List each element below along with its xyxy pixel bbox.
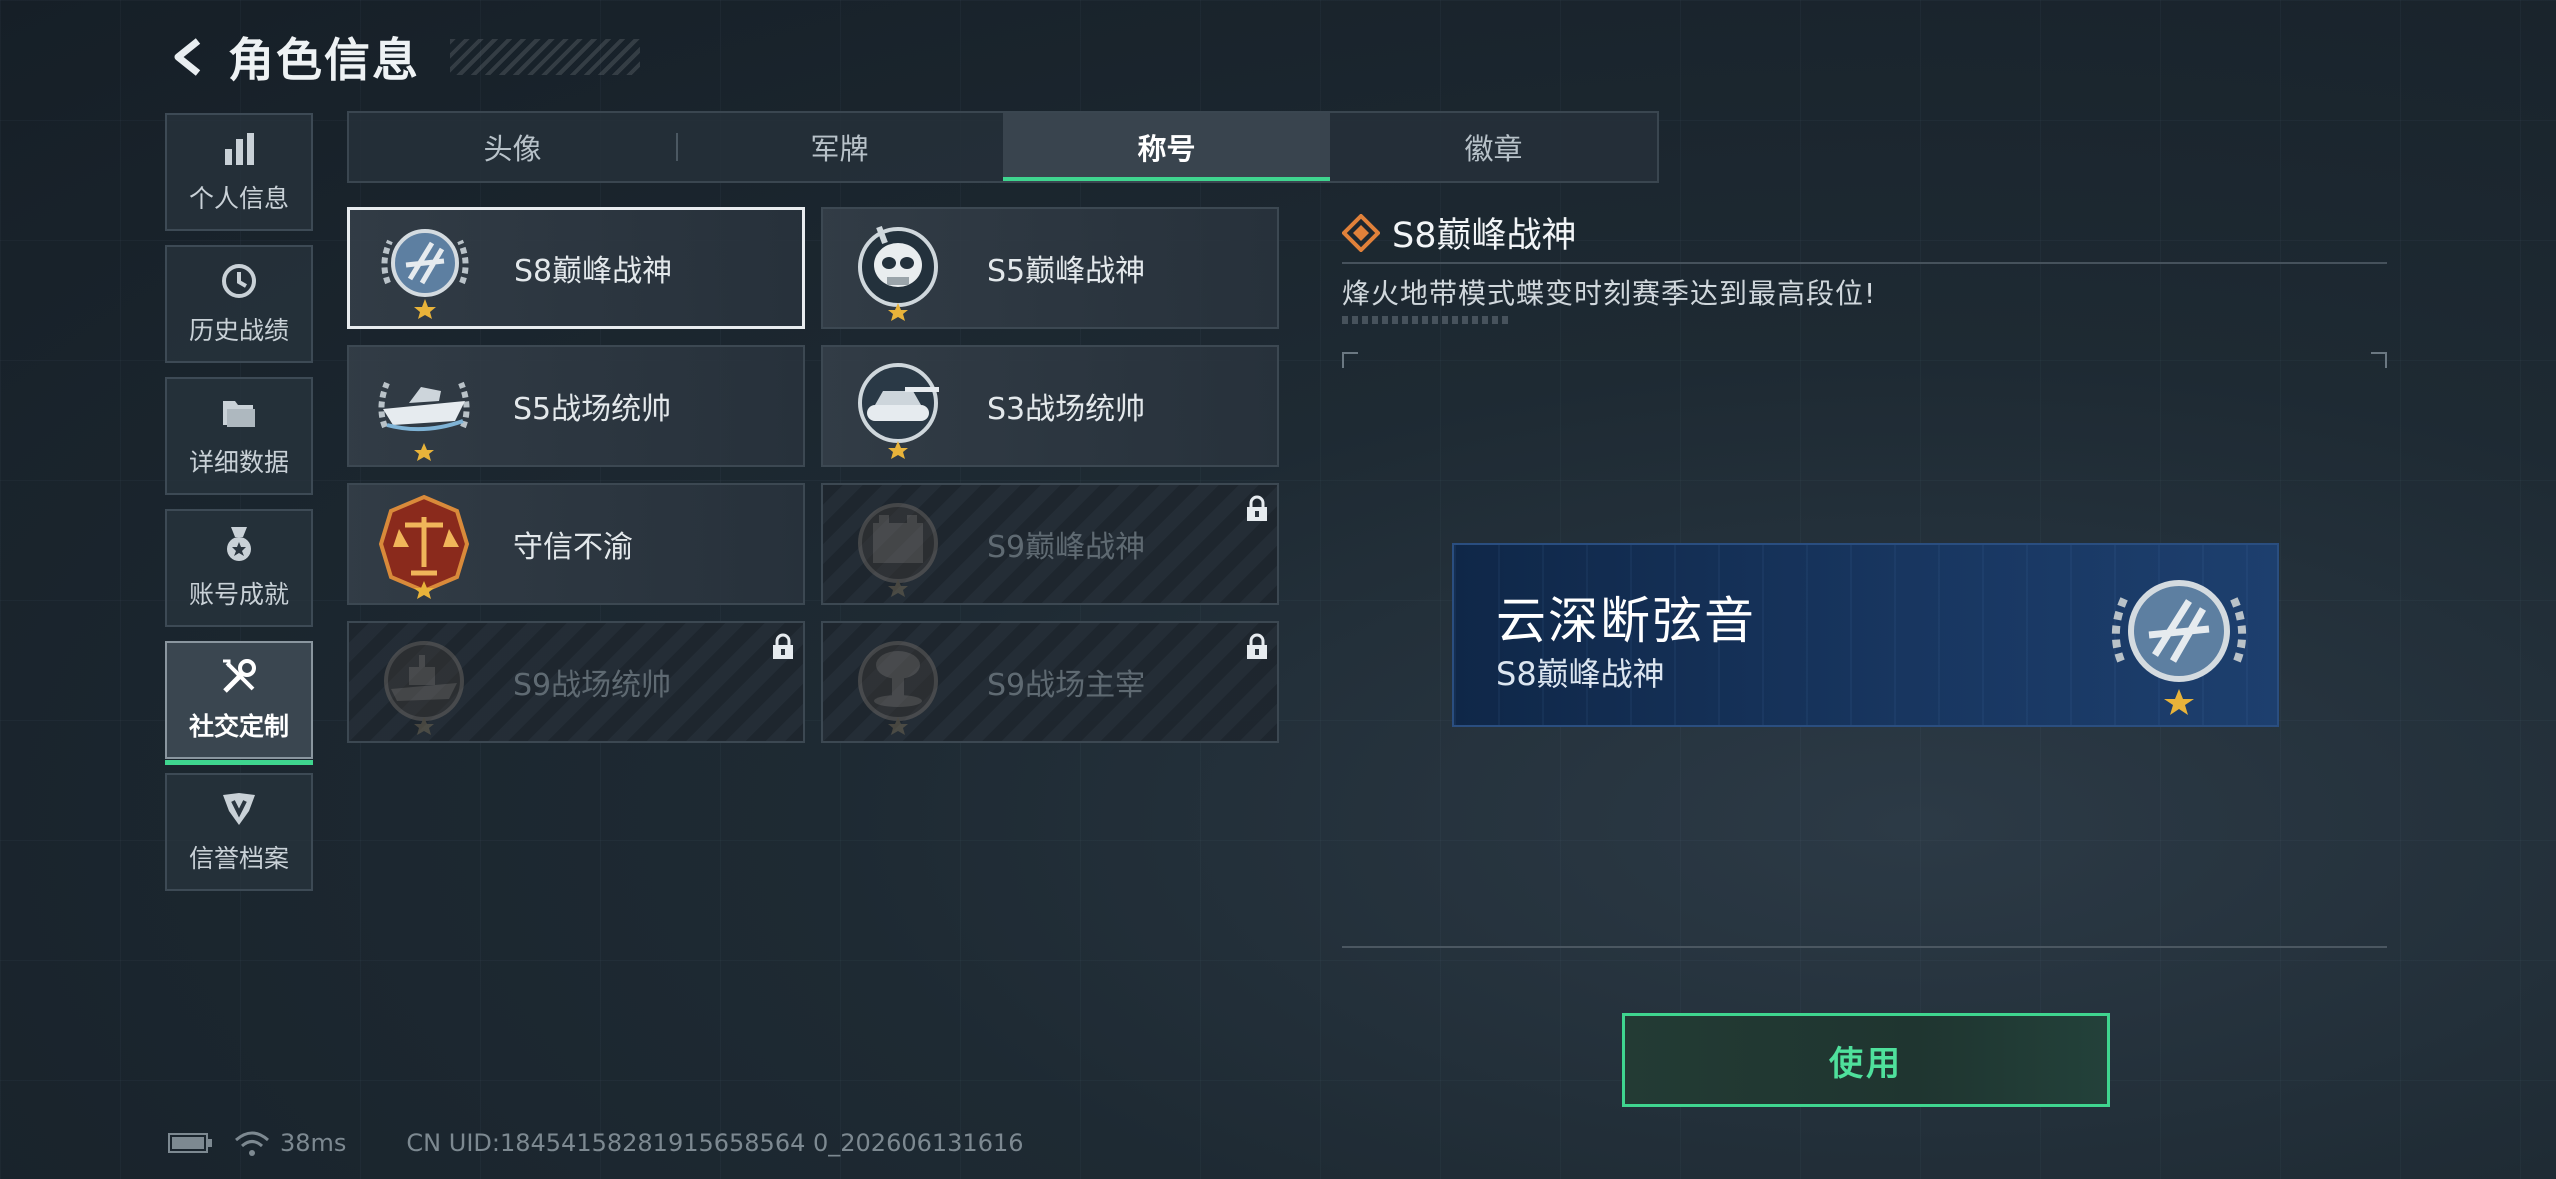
nav-label: 个人信息 <box>188 184 289 213</box>
title-card-keep-faith[interactable]: 守信不渝 <box>347 483 805 605</box>
nav-item-achievements[interactable]: 账号成就 <box>165 509 313 627</box>
title-label: S5战场统帅 <box>513 392 672 427</box>
frame-bottom-line <box>1342 946 2387 948</box>
title-label: S9战场主宰 <box>987 668 1146 703</box>
page-header: 角色信息 <box>160 22 640 92</box>
nav-label: 社交定制 <box>188 712 289 741</box>
title-card-s9-peak-god[interactable]: S9巅峰战神 <box>821 483 1279 605</box>
nav-item-personal-info[interactable]: 个人信息 <box>165 113 313 231</box>
nav-label: 历史战绩 <box>188 316 289 345</box>
tab-dog-tag[interactable]: 军牌 <box>676 113 1003 181</box>
tab-title[interactable]: 称号 <box>1003 113 1330 181</box>
tab-badge[interactable]: 徽章 <box>1330 113 1657 181</box>
uid-text: CN UID:18454158281915658564 0_2026061316… <box>406 1129 1024 1157</box>
warship-badge-icon <box>384 641 464 735</box>
boat-badge-icon <box>378 381 470 461</box>
clock-icon <box>222 264 256 298</box>
title-label: S5巅峰战神 <box>987 254 1146 289</box>
bar-chart-icon <box>225 133 254 165</box>
title-grid: S8巅峰战神 S5巅峰战神 S5战场统帅 S3战场统帅 守信不渝 S9巅峰战神 … <box>347 207 1279 743</box>
nav-item-social-custom[interactable]: 社交定制 <box>165 641 313 765</box>
frame-corner <box>1342 352 1358 368</box>
category-tabs: 头像 军牌 称号 徽章 <box>347 111 1659 183</box>
nav-label: 账号成就 <box>188 580 289 609</box>
folder-icon <box>223 401 255 427</box>
lock-icon <box>1247 495 1267 521</box>
nav-item-detailed-data[interactable]: 详细数据 <box>165 377 313 495</box>
lock-icon <box>1247 633 1267 659</box>
nameplate-player-name: 云深断弦音 <box>1496 592 1756 650</box>
title-label: S3战场统帅 <box>987 392 1146 427</box>
tab-avatar[interactable]: 头像 <box>349 113 676 181</box>
status-bar: 38ms CN UID:18454158281915658564 0_20260… <box>168 1128 1024 1158</box>
use-button[interactable]: 使用 <box>1622 1013 2110 1107</box>
frame-corner <box>2371 352 2387 368</box>
use-button-label: 使用 <box>1829 1043 1903 1084</box>
nameplate-preview: 云深断弦音 S8巅峰战神 <box>1452 543 2279 727</box>
title-card-s5-peak-god[interactable]: S5巅峰战神 <box>821 207 1279 329</box>
scales-badge-icon <box>378 494 470 599</box>
diamond-marker-icon <box>1342 213 1380 252</box>
nav-label: 详细数据 <box>188 448 289 477</box>
wifi-icon <box>235 1131 269 1156</box>
tank-badge-icon <box>858 363 939 459</box>
nameplate-title: S8巅峰战神 <box>1496 655 1665 693</box>
ping-text: 38ms <box>280 1129 347 1157</box>
title-label: 守信不渝 <box>513 530 633 565</box>
detail-title: S8巅峰战神 <box>1392 216 1577 256</box>
back-arrow-icon <box>174 38 201 76</box>
title-card-s5-commander[interactable]: S5战场统帅 <box>347 345 805 467</box>
page-title: 角色信息 <box>228 33 420 87</box>
title-card-s3-commander[interactable]: S3战场统帅 <box>821 345 1279 467</box>
shield-wing-icon <box>223 793 255 825</box>
mushroom-cloud-badge-icon <box>858 641 938 735</box>
skull-diver-badge-icon <box>858 225 938 321</box>
back-button[interactable] <box>160 27 220 87</box>
title-label: S9战场统帅 <box>513 668 672 703</box>
title-label: S8巅峰战神 <box>514 254 673 289</box>
medal-icon <box>227 527 251 561</box>
detail-subtext-placeholder <box>1342 316 1508 324</box>
tools-icon <box>223 659 256 693</box>
detail-description: 烽火地带模式蝶变时刻赛季达到最高段位! <box>1342 277 1877 310</box>
detail-header: S8巅峰战神 <box>1342 207 1577 258</box>
nav-item-match-history[interactable]: 历史战绩 <box>165 245 313 363</box>
nav-item-credit-profile[interactable]: 信誉档案 <box>165 773 313 891</box>
peak-god-badge-icon <box>381 229 469 319</box>
title-card-s9-commander[interactable]: S9战场统帅 <box>347 621 805 743</box>
nav-label: 信誉档案 <box>188 844 289 873</box>
header-decoration <box>450 39 640 75</box>
fortress-badge-icon <box>858 503 938 597</box>
title-label: S9巅峰战神 <box>987 530 1146 565</box>
title-card-s9-dominator[interactable]: S9战场主宰 <box>821 621 1279 743</box>
title-card-s8-peak-god[interactable]: S8巅峰战神 <box>347 207 805 329</box>
peak-god-badge-icon <box>2111 580 2247 715</box>
side-nav: 个人信息 历史战绩 详细数据 账号成就 社交定制 信誉档案 <box>165 113 315 905</box>
battery-icon <box>168 1133 212 1153</box>
lock-icon <box>773 633 793 659</box>
detail-divider <box>1342 262 2387 264</box>
